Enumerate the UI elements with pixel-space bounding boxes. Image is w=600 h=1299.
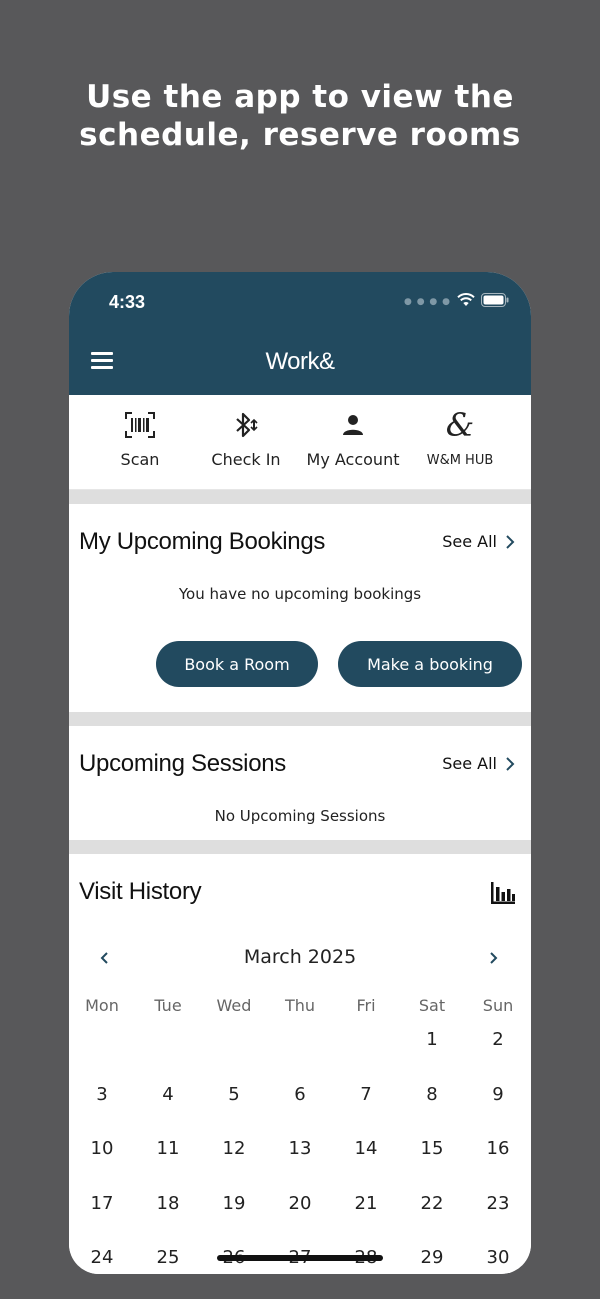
promo-headline: Use the app to view the schedule, reserv… [0,78,600,154]
section-divider [69,712,531,726]
bookings-title: My Upcoming Bookings [79,528,326,555]
calendar-day[interactable]: 7 [333,1084,399,1105]
status-time: 4:33 [109,292,146,312]
month-label: March 2025 [243,946,357,968]
quick-action-check-in[interactable]: Check In [191,409,301,469]
home-indicator[interactable] [217,1255,383,1261]
quick-action-label: My Account [306,450,400,469]
calendar-day[interactable]: 22 [399,1193,465,1214]
quick-action-label: Check In [211,450,281,469]
battery-icon [481,292,509,311]
weekday-label: Sat [418,996,446,1015]
promo-line-2: schedule, reserve rooms [79,117,521,153]
calendar-day[interactable]: 3 [69,1084,135,1105]
bookings-see-all-button[interactable]: See All [442,532,515,551]
quick-actions: Scan Check In My Account & W&M HUB [69,395,531,490]
calendar-day[interactable]: 12 [201,1138,267,1159]
calendar-day[interactable]: 21 [333,1193,399,1214]
calendar-day[interactable]: 17 [69,1193,135,1214]
calendar-day[interactable]: 14 [333,1138,399,1159]
calendar-day[interactable]: 9 [465,1084,531,1105]
phone-screen: 4:33 ● ● ● ● Work& Scan Check In My Acco… [69,272,531,1274]
status-icons: ● ● ● ● [404,292,509,311]
calendar-day[interactable]: 13 [267,1138,333,1159]
calendar-day[interactable]: 15 [399,1138,465,1159]
calendar-day[interactable]: 16 [465,1138,531,1159]
make-booking-button[interactable]: Make a booking [338,641,522,687]
upcoming-bookings-card: My Upcoming Bookings See All You have no… [69,504,531,712]
sessions-see-all-button[interactable]: See All [442,754,515,773]
calendar-day[interactable]: 11 [135,1138,201,1159]
quick-action-wm-hub[interactable]: & W&M HUB [405,409,515,468]
app-header: 4:33 ● ● ● ● Work& [69,272,531,395]
chevron-right-icon [506,534,515,549]
barcode-scan-icon [85,409,195,441]
calendar-day[interactable]: 24 [69,1247,135,1268]
sessions-title: Upcoming Sessions [79,750,286,777]
calendar-day[interactable]: 18 [135,1193,201,1214]
bar-chart-icon[interactable] [491,882,515,908]
app-title: Work& [265,348,335,375]
see-all-label: See All [442,532,497,551]
calendar-day[interactable]: 6 [267,1084,333,1105]
see-all-label: See All [442,754,497,773]
promo-line-1: Use the app to view the [86,79,514,115]
signal-icon: ● ● ● ● [404,296,451,307]
visit-history-card: Visit History March 2025 Mon Tue Wed Thu… [69,854,531,1274]
calendar-day[interactable]: 2 [465,1029,531,1050]
calendar-day[interactable]: 10 [69,1138,135,1159]
book-room-button[interactable]: Book a Room [156,641,318,687]
bluetooth-icon [191,409,301,441]
chevron-right-icon [490,952,498,964]
wifi-icon [457,292,475,311]
section-divider [69,840,531,854]
quick-action-my-account[interactable]: My Account [298,409,408,469]
section-divider [69,490,531,504]
weekday-label: Sun [482,996,514,1015]
calendar-day[interactable]: 19 [201,1193,267,1214]
quick-action-label: Scan [120,450,160,469]
weekday-label: Tue [154,996,182,1015]
weekday-label: Wed [216,996,252,1015]
quick-action-label: W&M HUB [426,453,494,468]
calendar-day[interactable]: 8 [399,1084,465,1105]
weekday-label: Fri [356,996,376,1015]
next-month-button[interactable] [484,948,504,968]
visit-history-title: Visit History [79,878,202,905]
calendar-day[interactable]: 20 [267,1193,333,1214]
calendar-day[interactable]: 30 [465,1247,531,1268]
bookings-empty-message: You have no upcoming bookings [178,585,422,603]
person-icon [298,409,408,441]
calendar-day[interactable]: 25 [135,1247,201,1268]
quick-action-scan[interactable]: Scan [85,409,195,469]
weekday-label: Thu [284,996,316,1015]
calendar-day[interactable]: 23 [465,1193,531,1214]
weekday-label: Mon [85,996,119,1015]
calendar-day[interactable]: 29 [399,1247,465,1268]
sessions-empty-message: No Upcoming Sessions [214,807,386,825]
chevron-right-icon [506,756,515,771]
calendar-day[interactable]: 4 [135,1084,201,1105]
upcoming-sessions-card: Upcoming Sessions See All No Upcoming Se… [69,726,531,840]
ampersand-logo-icon: & [445,406,475,444]
calendar-day[interactable]: 5 [201,1084,267,1105]
calendar-day[interactable]: 1 [399,1029,465,1050]
